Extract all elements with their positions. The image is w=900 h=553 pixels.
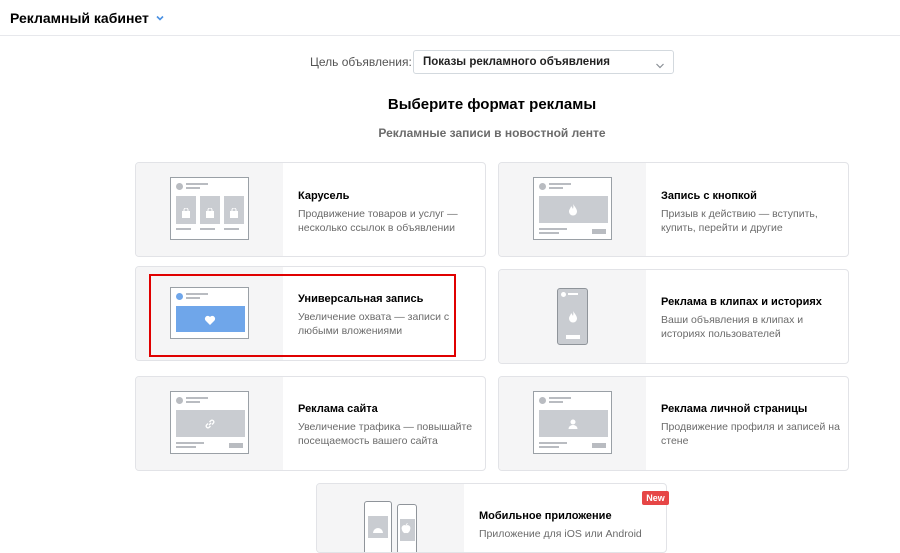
card-description: Ваши объявления в клипах и историях поль… [661, 314, 804, 340]
format-card-clips-stories[interactable]: Реклама в клипах и историях Ваши объявле… [498, 269, 849, 364]
card-title: Универсальная запись [298, 293, 424, 305]
format-card-carousel[interactable]: Карусель Продвижение товаров и услуг — н… [135, 162, 486, 257]
mobile-app-preview [317, 484, 464, 552]
top-bar: Рекламный кабинет [0, 0, 900, 36]
card-title: Карусель [298, 190, 350, 202]
goal-row: Цель объявления: Показы рекламного объяв… [0, 50, 900, 74]
carousel-preview [136, 163, 283, 256]
card-title: Реклама в клипах и историях [661, 296, 822, 308]
bag-icon [181, 205, 191, 223]
card-title: Реклама сайта [298, 403, 378, 415]
chevron-down-icon[interactable] [155, 13, 165, 23]
card-description: Призыв к действию — вступить, купить, пе… [661, 208, 818, 234]
card-title: Реклама личной страницы [661, 403, 808, 415]
phone-preview [557, 288, 588, 345]
post-preview [170, 177, 249, 240]
format-card-button-post[interactable]: Запись с кнопкой Призыв к действию — вст… [498, 162, 849, 257]
section-subtitle: Рекламные записи в новостной ленте [378, 126, 606, 140]
post-preview [170, 287, 249, 339]
flame-icon [567, 203, 579, 221]
apple-icon [401, 521, 411, 539]
goal-label: Цель объявления: [310, 55, 412, 69]
universal-post-preview [136, 267, 283, 360]
post-preview [533, 391, 612, 454]
format-card-mobile-app[interactable]: Мобильное приложение Приложение для iOS … [316, 483, 667, 553]
post-preview [170, 391, 249, 454]
card-description: Приложение для iOS или Android [479, 528, 642, 540]
page-title: Выберите формат рекламы [387, 96, 597, 113]
bag-icon [205, 205, 215, 223]
person-icon [567, 417, 579, 435]
format-card-website[interactable]: Реклама сайта Увеличение трафика — повыш… [135, 376, 486, 471]
link-icon [204, 417, 216, 435]
card-title: Запись с кнопкой [661, 190, 757, 202]
bag-icon [229, 205, 239, 223]
card-description: Продвижение профиля и записей на стене [661, 421, 840, 447]
goal-select[interactable]: Показы рекламного объявления [413, 50, 674, 74]
heart-icon [204, 313, 216, 331]
format-card-personal-page[interactable]: Реклама личной страницы Продвижение проф… [498, 376, 849, 471]
format-card-universal-post[interactable]: Универсальная запись Увеличение охвата —… [135, 266, 486, 361]
card-description: Продвижение товаров и услуг — несколько … [298, 208, 458, 234]
chevron-down-icon [655, 58, 665, 69]
post-preview [533, 177, 612, 240]
personal-page-preview [499, 377, 646, 470]
android-icon [372, 521, 384, 539]
clips-stories-preview [499, 270, 646, 363]
card-title: Мобильное приложение [479, 510, 612, 522]
button-post-preview [499, 163, 646, 256]
flame-icon [567, 310, 579, 328]
goal-select-value: Показы рекламного объявления [423, 56, 610, 68]
new-badge: New [642, 491, 669, 505]
card-description: Увеличение охвата — записи с любыми влож… [298, 311, 450, 337]
cabinet-title[interactable]: Рекламный кабинет [10, 10, 149, 26]
website-preview [136, 377, 283, 470]
card-description: Увеличение трафика — повышайте посещаемо… [298, 421, 473, 447]
